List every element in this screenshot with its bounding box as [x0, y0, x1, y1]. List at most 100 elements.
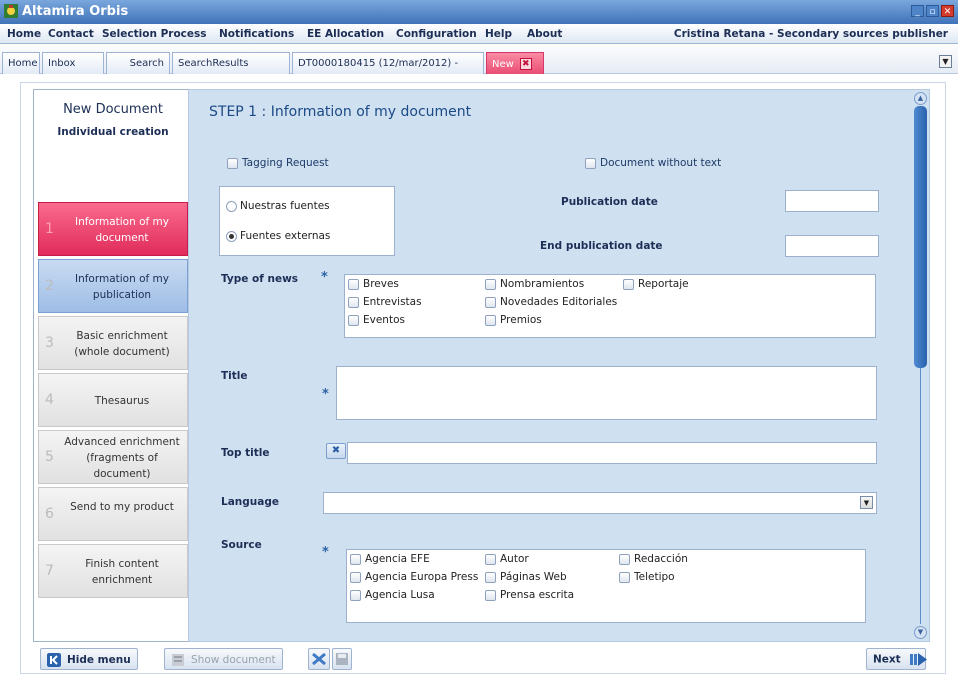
- checkbox-box[interactable]: [619, 571, 630, 583]
- radio-button[interactable]: [226, 230, 237, 242]
- checkbox-box[interactable]: [623, 278, 634, 290]
- option-teletipo[interactable]: Teletipo: [619, 571, 675, 583]
- menu-ee-allocation[interactable]: EE Allocation: [307, 28, 384, 40]
- checkbox-box[interactable]: [485, 571, 496, 583]
- checkbox-box[interactable]: [485, 314, 496, 326]
- clear-icon[interactable]: ✖: [326, 443, 346, 459]
- select-arrow-icon[interactable]: ▼: [860, 496, 873, 509]
- option-label: Teletipo: [634, 571, 675, 583]
- show-document-button[interactable]: Show document: [164, 648, 283, 670]
- step-6[interactable]: 6 Send to my product: [38, 487, 188, 541]
- menu-home[interactable]: Home: [7, 28, 41, 40]
- minimize-icon[interactable]: _: [911, 5, 924, 17]
- tagging-request-checkbox[interactable]: Tagging Request: [227, 156, 329, 169]
- option-label: Autor: [500, 553, 529, 565]
- step-4[interactable]: 4 Thesaurus: [38, 373, 188, 427]
- step-number: 6: [45, 506, 54, 522]
- option-prensa-escrita[interactable]: Prensa escrita: [485, 589, 574, 601]
- step-number: 5: [45, 449, 54, 465]
- publication-date-input[interactable]: [785, 190, 879, 212]
- menu-contact[interactable]: Contact: [48, 28, 94, 40]
- document-without-text-checkbox[interactable]: Document without text: [585, 156, 721, 169]
- panel-title: New Document: [63, 102, 163, 117]
- checkbox-box[interactable]: [350, 589, 361, 601]
- panel-subtitle: Individual creation: [57, 126, 169, 138]
- end-publication-date-input[interactable]: [785, 235, 879, 257]
- radio-button[interactable]: [226, 200, 237, 212]
- tools-button[interactable]: [308, 648, 330, 670]
- option-redaccion[interactable]: Redacción: [619, 553, 688, 565]
- option-novedades-editoriales[interactable]: Novedades Editoriales: [485, 296, 617, 308]
- tab-label: SearchResults: [178, 58, 249, 69]
- checkbox-box[interactable]: [350, 553, 361, 565]
- checkbox-box[interactable]: [485, 296, 496, 308]
- app-logo-icon: [4, 4, 18, 18]
- checkbox-box[interactable]: [348, 314, 359, 326]
- menu-notifications[interactable]: Notifications: [219, 28, 294, 40]
- option-agencia-lusa[interactable]: Agencia Lusa: [350, 589, 435, 601]
- menu-configuration[interactable]: Configuration: [396, 28, 477, 40]
- tab-inbox[interactable]: Inbox: [42, 52, 104, 74]
- option-nombramientos[interactable]: Nombramientos: [485, 278, 584, 290]
- tab-search[interactable]: Search: [106, 52, 170, 74]
- option-paginas-web[interactable]: Páginas Web: [485, 571, 567, 583]
- option-autor[interactable]: Autor: [485, 553, 529, 565]
- tab-home[interactable]: Home: [2, 52, 40, 74]
- checkbox-box[interactable]: [485, 589, 496, 601]
- language-label: Language: [221, 496, 279, 508]
- option-label: Eventos: [363, 314, 405, 326]
- step-7[interactable]: 7 Finish content enrichment: [38, 544, 188, 598]
- checkbox-box[interactable]: [485, 278, 496, 290]
- scroll-down-icon[interactable]: ▼: [914, 626, 927, 639]
- radio-fuentes-externas[interactable]: Fuentes externas: [226, 229, 330, 242]
- menu-selection-process[interactable]: Selection Process: [102, 28, 207, 40]
- checkbox-box[interactable]: [619, 553, 630, 565]
- tab-search-results[interactable]: SearchResults: [172, 52, 290, 74]
- option-label: Premios: [500, 314, 542, 326]
- checkbox-box[interactable]: [350, 571, 361, 583]
- tab-document[interactable]: DT0000180415 (12/mar/2012) -: [292, 52, 484, 74]
- menu-help[interactable]: Help: [485, 28, 512, 40]
- checkbox-box[interactable]: [485, 553, 496, 565]
- option-breves[interactable]: Breves: [348, 278, 399, 290]
- option-agencia-efe[interactable]: Agencia EFE: [350, 553, 430, 565]
- option-eventos[interactable]: Eventos: [348, 314, 405, 326]
- hide-menu-button[interactable]: Hide menu: [40, 648, 138, 670]
- step-label: Send to my product: [70, 501, 174, 513]
- option-entrevistas[interactable]: Entrevistas: [348, 296, 422, 308]
- option-premios[interactable]: Premios: [485, 314, 542, 326]
- next-button[interactable]: Next: [866, 648, 928, 670]
- main-menu: Home Contact Selection Process Notificat…: [0, 24, 958, 44]
- maximize-icon[interactable]: ▫: [926, 5, 939, 17]
- scrollbar-thumb[interactable]: [914, 106, 927, 368]
- checkbox-label: Document without text: [600, 157, 722, 169]
- step-number: 2: [45, 278, 54, 294]
- scroll-up-icon[interactable]: ▲: [914, 92, 927, 105]
- tab-label: DT0000180415 (12/mar/2012) -: [298, 58, 459, 69]
- checkbox-box[interactable]: [348, 296, 359, 308]
- save-button[interactable]: [332, 648, 352, 670]
- step-2[interactable]: 2 Information of my publication: [38, 259, 188, 313]
- checkbox-box[interactable]: [348, 278, 359, 290]
- menu-about[interactable]: About: [527, 28, 562, 40]
- step-number: 1: [45, 221, 54, 237]
- option-agencia-europa-press[interactable]: Agencia Europa Press: [350, 571, 478, 583]
- step-3[interactable]: 3 Basic enrichment (whole document): [38, 316, 188, 370]
- step-5[interactable]: 5 Advanced enrichment (fragments of docu…: [38, 430, 188, 484]
- save-icon: [336, 653, 348, 665]
- form-scrollbar[interactable]: ▲ ▼: [914, 92, 927, 639]
- tab-new[interactable]: New ✖: [486, 52, 544, 74]
- title-textarea[interactable]: [336, 366, 877, 420]
- tab-close-icon[interactable]: ✖: [519, 58, 532, 70]
- step-1[interactable]: 1 Information of my document: [38, 202, 188, 256]
- option-reportaje[interactable]: Reportaje: [623, 278, 689, 290]
- radio-nuestras-fuentes[interactable]: Nuestras fuentes: [226, 199, 330, 212]
- publication-date-label: Publication date: [561, 196, 658, 208]
- checkbox-box[interactable]: [585, 157, 596, 169]
- tabs-dropdown-icon[interactable]: ▼: [939, 55, 952, 68]
- language-select[interactable]: ▼: [323, 492, 877, 514]
- close-icon[interactable]: ✕: [941, 5, 954, 17]
- user-name: Cristina Retana - Secondary sources publ…: [673, 28, 948, 40]
- checkbox-box[interactable]: [227, 157, 238, 169]
- top-title-input[interactable]: [347, 442, 877, 464]
